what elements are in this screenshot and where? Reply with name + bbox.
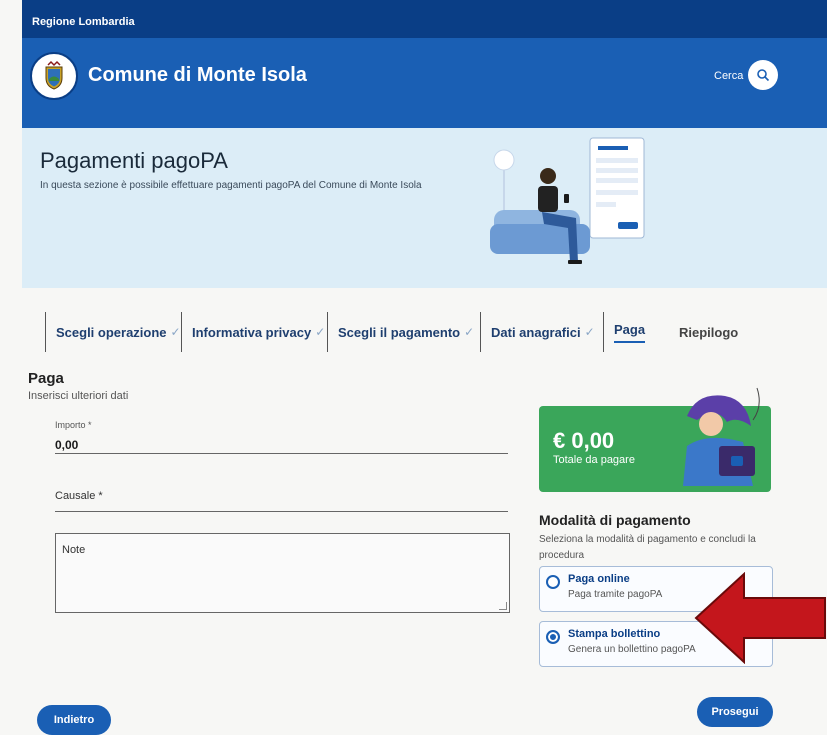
- step-label: Paga: [614, 322, 646, 343]
- section-title: Paga: [28, 370, 64, 387]
- next-button[interactable]: Prosegui: [697, 697, 773, 727]
- payment-method-description: Seleziona la modalità di pagamento e con…: [539, 534, 756, 561]
- top-bar: Regione Lombardia: [22, 0, 827, 38]
- section-subtitle: Inserisci ulteriori dati: [28, 390, 129, 402]
- importo-field[interactable]: Importo * 0,00: [55, 420, 508, 454]
- search-icon: [757, 69, 770, 82]
- step-paga[interactable]: Paga: [603, 312, 646, 352]
- step-informativa-privacy[interactable]: Informativa privacy ✓: [181, 312, 325, 352]
- step-scegli-pagamento[interactable]: Scegli il pagamento ✓: [327, 312, 474, 352]
- note-placeholder: Note: [62, 544, 86, 556]
- payment-method-title: Modalità di pagamento: [539, 512, 691, 528]
- page: Regione Lombardia Comune di Monte Isola …: [0, 0, 827, 735]
- total-amount: € 0,00: [553, 428, 615, 453]
- option-title: Stampa bollettino: [568, 628, 661, 640]
- step-label: Riepilogo: [679, 324, 739, 340]
- red-arrow-icon: [694, 572, 826, 664]
- site-header: Comune di Monte Isola Cerca: [22, 38, 827, 128]
- step-label: Dati anagrafici: [491, 324, 581, 340]
- step-label: Informativa privacy: [192, 324, 312, 340]
- page-title: Pagamenti pagoPA: [40, 148, 228, 173]
- check-icon: ✓: [315, 325, 326, 339]
- person-on-sofa-illustration: [490, 137, 645, 264]
- causale-label: Causale *: [55, 490, 103, 502]
- check-icon: ✓: [464, 325, 475, 339]
- radio-button-selected[interactable]: [546, 630, 560, 644]
- check-icon: ✓: [170, 325, 181, 339]
- back-button[interactable]: Indietro: [37, 705, 111, 735]
- progress-steps: Scegli operazione ✓ Informativa privacy …: [45, 312, 805, 352]
- hero-banner: Pagamenti pagoPA In questa sezione è pos…: [22, 128, 827, 288]
- search-label[interactable]: Cerca: [714, 70, 743, 82]
- causale-field[interactable]: Causale *: [55, 490, 508, 512]
- importo-label: Importo *: [55, 420, 92, 430]
- option-subtitle: Genera un bollettino pagoPA: [568, 644, 696, 655]
- step-label: Scegli operazione: [56, 324, 167, 340]
- radio-button[interactable]: [546, 575, 560, 589]
- step-label: Scegli il pagamento: [338, 324, 461, 340]
- region-link[interactable]: Regione Lombardia: [32, 16, 135, 28]
- resize-handle-icon[interactable]: [499, 602, 507, 610]
- check-icon: ✓: [584, 325, 595, 339]
- total-label: Totale da pagare: [553, 454, 635, 466]
- site-title[interactable]: Comune di Monte Isola: [88, 64, 307, 87]
- municipality-logo[interactable]: [30, 52, 78, 100]
- option-title: Paga online: [568, 573, 630, 585]
- page-subtitle: In questa sezione è possibile effettuare…: [40, 180, 422, 191]
- total-box: € 0,00 Totale da pagare: [539, 387, 771, 492]
- step-riepilogo[interactable]: Riepilogo: [669, 312, 738, 352]
- option-subtitle: Paga tramite pagoPA: [568, 589, 663, 600]
- note-textarea[interactable]: Note: [55, 533, 510, 613]
- importo-value[interactable]: 0,00: [55, 438, 508, 452]
- search-button[interactable]: [748, 60, 778, 90]
- step-scegli-operazione[interactable]: Scegli operazione ✓: [45, 312, 181, 352]
- coat-of-arms-icon: [45, 60, 63, 90]
- step-dati-anagrafici[interactable]: Dati anagrafici ✓: [480, 312, 595, 352]
- person-with-laptop-illustration: [683, 387, 760, 486]
